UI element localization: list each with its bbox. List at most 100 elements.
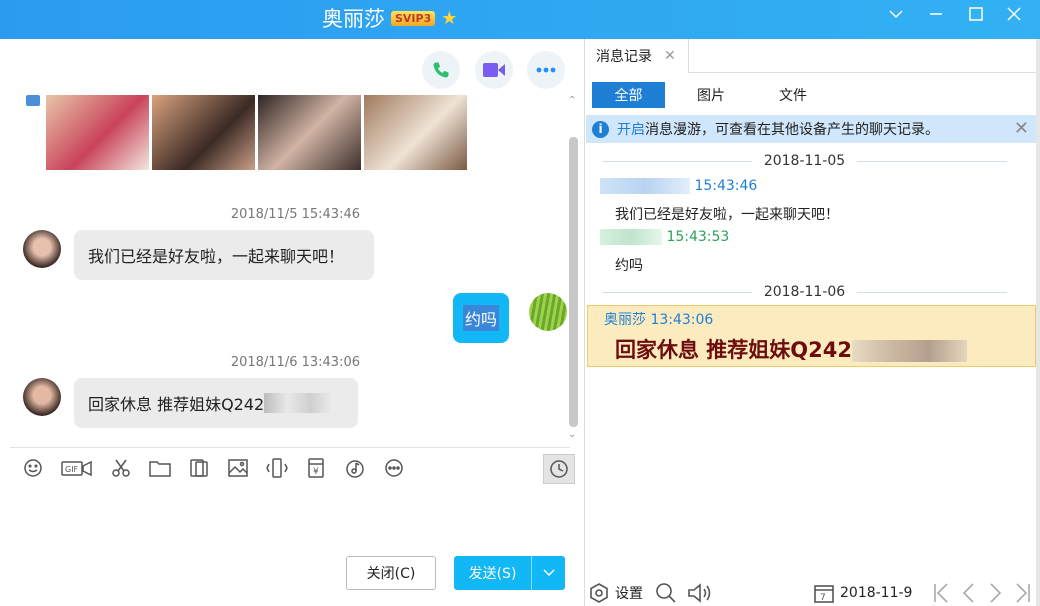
record-time: 15:43:53 xyxy=(666,229,730,245)
scissors-icon xyxy=(112,459,130,477)
blurred-text xyxy=(264,393,335,413)
more-tools-button[interactable] xyxy=(383,457,405,479)
next-page-button[interactable] xyxy=(989,579,1003,606)
message-text: 回家休息 推荐姐妹Q242 xyxy=(88,395,265,414)
red-packet-button[interactable]: ¥ xyxy=(305,457,327,479)
chevron-down-icon xyxy=(889,10,903,19)
send-button[interactable]: 发送(S) xyxy=(454,556,531,590)
filter-tab-all[interactable]: 全部 xyxy=(592,82,665,108)
send-button-group: 发送(S) xyxy=(454,556,565,590)
shake-phone-icon xyxy=(266,458,288,478)
my-message-text: 约吗 xyxy=(463,305,500,331)
photo-thumbnail-3[interactable] xyxy=(258,95,361,170)
sticker-button[interactable] xyxy=(188,457,210,479)
image-icon xyxy=(228,459,248,477)
file-button[interactable] xyxy=(149,457,171,479)
dropdown-button[interactable] xyxy=(877,0,915,28)
tab-row: 消息记录 ✕ xyxy=(585,39,1037,73)
current-date: 2018-11-9 xyxy=(840,584,913,601)
gear-icon xyxy=(590,582,608,603)
enable-roaming-link[interactable]: 开启 xyxy=(617,119,645,139)
vip-badge: SVIP3 xyxy=(391,10,436,26)
gif-button[interactable]: GIF xyxy=(61,457,93,479)
chat-pane: ⌃ ⌄ 2018/11/5 15:43:46 我们已经是好友啦，一起来聊天吧！ … xyxy=(0,39,583,606)
emoji-button[interactable] xyxy=(22,457,44,479)
sound-button[interactable] xyxy=(687,579,715,606)
message-text: 我们已经是好友啦，一起来聊天吧！ xyxy=(88,247,345,266)
title-wrap: 奥丽莎 SVIP3 ★ xyxy=(322,3,457,33)
send-options-button[interactable] xyxy=(531,556,565,590)
filter-tab-images[interactable]: 图片 xyxy=(685,82,737,108)
photo-thumbnail-4[interactable] xyxy=(364,95,467,170)
calendar-icon: 7 xyxy=(814,584,834,603)
folder-icon xyxy=(149,461,171,477)
speaker-icon xyxy=(688,582,711,603)
previous-page-button[interactable] xyxy=(961,579,975,606)
chevron-right-icon xyxy=(990,582,1002,603)
roaming-notice: i 开启 消息漫游，可查看在其他设备产生的聊天记录。 ✕ xyxy=(586,115,1036,143)
message-history-button[interactable] xyxy=(543,454,575,484)
scrollbar[interactable] xyxy=(569,137,578,427)
video-call-button[interactable] xyxy=(475,51,513,89)
record-header: 15:43:53 xyxy=(600,229,729,245)
tab-label: 消息记录 xyxy=(596,49,652,65)
svg-text:GIF: GIF xyxy=(65,465,79,474)
date-separator: 2018-11-05 xyxy=(602,151,1007,171)
highlighted-record: 奥丽莎 13:43:06 回家休息 推荐姐妹Q242 xyxy=(587,305,1036,367)
history-pane: 消息记录 ✕ 全部 图片 文件 i 开启 消息漫游，可查看在其他设备产生的聊天记录… xyxy=(584,39,1037,606)
settings-button[interactable]: 设置 xyxy=(589,579,643,606)
phone-icon xyxy=(433,62,449,78)
blurred-sender xyxy=(600,229,662,245)
scroll-bottom-arrow[interactable]: ⌄ xyxy=(568,429,576,440)
music-button[interactable] xyxy=(344,457,366,479)
last-page-button[interactable] xyxy=(1015,579,1031,606)
close-chat-button[interactable]: 关闭(C) xyxy=(346,556,436,590)
video-camera-icon xyxy=(483,63,505,77)
chevron-down-icon xyxy=(542,569,555,577)
filter-tab-files[interactable]: 文件 xyxy=(767,82,819,108)
screenshot-button[interactable] xyxy=(110,457,132,479)
record-text: 回家休息 推荐姐妹Q242 xyxy=(615,338,852,362)
maximize-icon xyxy=(969,7,983,21)
my-avatar[interactable] xyxy=(529,293,567,331)
contact-name: 奥丽莎 xyxy=(322,7,385,31)
search-button[interactable] xyxy=(655,579,677,606)
record-header: 15:43:46 xyxy=(600,178,757,194)
image-button[interactable] xyxy=(227,457,249,479)
scroll-top-arrow[interactable]: ⌃ xyxy=(568,95,576,106)
voice-call-button[interactable] xyxy=(422,51,460,89)
search-icon xyxy=(656,582,676,603)
photo-album-icon xyxy=(26,95,40,106)
clock-icon xyxy=(550,460,568,478)
sticker-icon xyxy=(190,459,208,477)
my-message-bubble: 约吗 xyxy=(453,293,510,343)
close-window-button[interactable] xyxy=(995,0,1033,28)
close-icon[interactable]: ✕ xyxy=(1014,118,1029,139)
contact-avatar[interactable] xyxy=(23,230,61,268)
maximize-button[interactable] xyxy=(957,0,995,28)
contact-avatar[interactable] xyxy=(23,378,61,416)
blurred-text xyxy=(852,340,967,362)
date-picker[interactable]: 7 2018-11-9 xyxy=(814,579,912,606)
blurred-sender xyxy=(600,178,690,194)
gif-icon: GIF xyxy=(61,460,92,477)
input-divider xyxy=(10,447,570,448)
history-bottom-bar: 设置 7 2018-11-9 xyxy=(585,579,1037,606)
minimize-button[interactable] xyxy=(917,0,955,28)
title-bar: 奥丽莎 SVIP3 ★ xyxy=(0,0,1040,39)
more-button[interactable] xyxy=(527,51,565,89)
photo-thumbnail-1[interactable] xyxy=(46,95,149,170)
first-page-button[interactable] xyxy=(933,579,949,606)
record-time: 15:43:46 xyxy=(694,178,758,194)
info-icon: i xyxy=(592,120,609,138)
input-toolbar: GIF ¥ xyxy=(22,457,405,481)
close-icon[interactable]: ✕ xyxy=(664,48,676,64)
record-text: 我们已经是好友啦，一起来聊天吧！ xyxy=(615,207,839,223)
red-packet-icon: ¥ xyxy=(308,458,324,478)
svg-text:7: 7 xyxy=(820,593,826,603)
tab-message-history[interactable]: 消息记录 ✕ xyxy=(585,39,689,73)
photo-thumbnail-2[interactable] xyxy=(152,95,255,170)
date-label: 2018-11-06 xyxy=(763,284,846,300)
shake-button[interactable] xyxy=(266,457,288,479)
message-bubble: 我们已经是好友啦，一起来聊天吧！ xyxy=(74,230,374,280)
